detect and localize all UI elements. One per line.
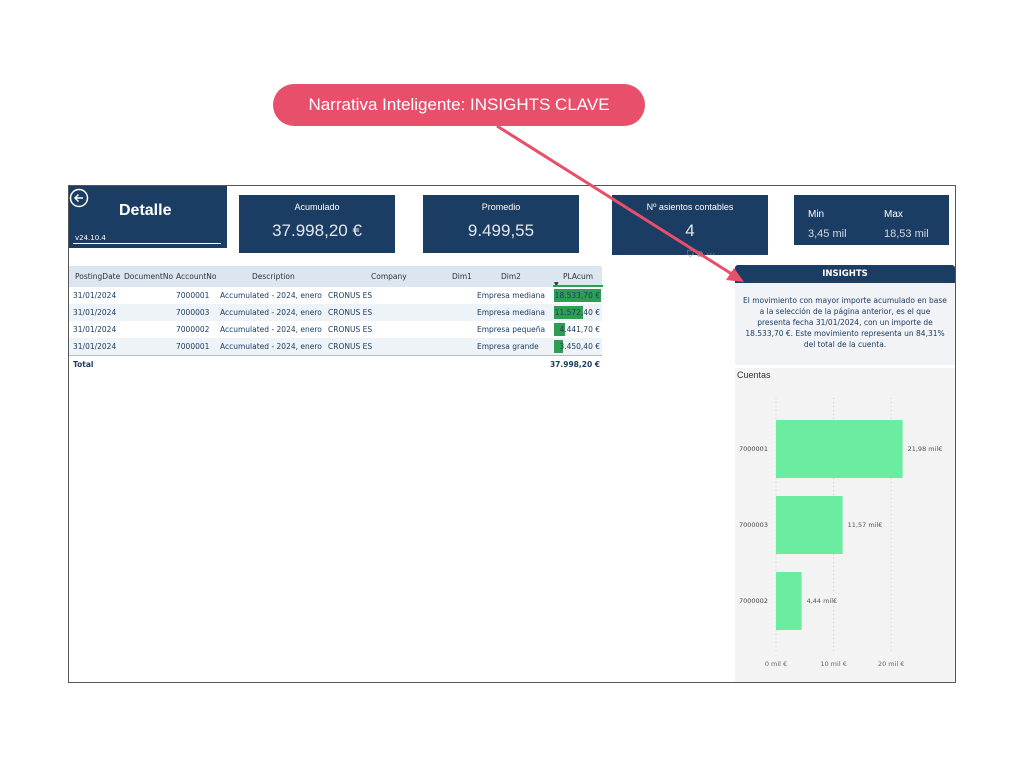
table-row[interactable]: 31/01/2024 7000002 Accumulated - 2024, e…	[69, 321, 602, 338]
category-label: 7000003	[739, 521, 768, 529]
kpi-value: 4	[685, 221, 695, 240]
min-value: 3,45 mil	[808, 228, 847, 240]
max-value: 18,53 mil	[884, 228, 929, 240]
table-header: PostingDate DocumentNo AccountNo Descrip…	[69, 266, 603, 288]
cell-company: CRONUS ES	[328, 325, 373, 334]
cell-postingdate: 31/01/2024	[73, 291, 117, 300]
cell-placum: 4.441,70 €	[559, 325, 600, 334]
callout-text: Narrativa Inteligente: INSIGHTS CLAVE	[308, 95, 610, 114]
cell-company: CRONUS ES	[328, 291, 373, 300]
filter-icon[interactable]: ⛉	[687, 250, 697, 260]
col-header-company[interactable]: Company	[371, 272, 407, 281]
visual-header-icons: ⛉⧉⋯	[687, 250, 718, 260]
col-header-postingdate[interactable]: PostingDate	[75, 272, 120, 281]
col-header-placum[interactable]: PLAcum	[563, 272, 593, 281]
table-row[interactable]: 31/01/2024 7000001 Accumulated - 2024, e…	[69, 287, 602, 304]
cell-accountno: 7000003	[176, 308, 210, 317]
callout-bubble: Narrativa Inteligente: INSIGHTS CLAVE	[273, 84, 645, 126]
bar-7000002	[776, 572, 802, 630]
cell-description: Accumulated - 2024, enero	[220, 342, 322, 351]
data-label: 21,98 mil€	[908, 445, 943, 453]
title-block: Detalle v24.10.4	[69, 186, 227, 248]
kpi-label: Nº asientos contables	[646, 202, 734, 212]
kpi-label: Acumulado	[294, 202, 340, 212]
report-page: Detalle v24.10.4 Acumulado 37.998,20 € P…	[68, 185, 956, 683]
cell-company: CRONUS ES	[328, 308, 373, 317]
cell-postingdate: 31/01/2024	[73, 342, 117, 351]
detail-table: PostingDate DocumentNo AccountNo Descrip…	[69, 266, 603, 373]
col-header-dim1[interactable]: Dim1	[452, 272, 472, 281]
cell-description: Accumulated - 2024, enero	[220, 325, 322, 334]
kpi-value: 37.998,20 €	[272, 221, 362, 240]
kpi-card-acumulado: Acumulado 37.998,20 €	[239, 195, 395, 253]
kpi-card-promedio: Promedio 9.499,55	[423, 195, 579, 253]
cell-placum: 3.450,40 €	[559, 342, 600, 351]
accounts-bar-chart[interactable]: 0 mil € 10 mil € 20 mil € 7000001 21,98 mil€…	[735, 368, 955, 682]
cell-accountno: 7000001	[176, 291, 210, 300]
table-total-row: Total 37.998,20 €	[69, 355, 602, 373]
cell-postingdate: 31/01/2024	[73, 325, 117, 334]
kpi-value: 9.499,55	[467, 221, 535, 240]
col-header-documentno[interactable]: DocumentNo	[124, 272, 173, 281]
total-value: 37.998,20 €	[549, 360, 600, 369]
table-row[interactable]: 31/01/2024 7000003 Accumulated - 2024, e…	[69, 304, 602, 321]
cell-company: CRONUS ES	[328, 342, 373, 351]
x-tick-label: 10 mil €	[820, 660, 846, 668]
insights-narrative: El movimiento con mayor importe acumulad…	[735, 283, 955, 365]
cell-dim2: Empresa mediana	[477, 308, 545, 317]
bar-7000001	[776, 420, 903, 478]
cell-description: Accumulated - 2024, enero	[220, 291, 322, 300]
chart-title: Cuentas	[737, 370, 771, 380]
cell-postingdate: 31/01/2024	[73, 308, 117, 317]
cell-accountno: 7000001	[176, 342, 210, 351]
data-label: 11,57 mil€	[848, 521, 883, 529]
kpi-label: Promedio	[481, 202, 521, 212]
category-label: 7000002	[739, 597, 768, 605]
total-label: Total	[73, 360, 94, 369]
cell-dim2: Empresa grande	[477, 342, 539, 351]
col-header-description[interactable]: Description	[252, 272, 295, 281]
cell-dim2: Empresa mediana	[477, 291, 545, 300]
table-row[interactable]: 31/01/2024 7000001 Accumulated - 2024, e…	[69, 338, 602, 355]
cell-placum: 18.533,70 €	[554, 291, 600, 300]
col-header-accountno[interactable]: AccountNo	[176, 272, 216, 281]
cell-accountno: 7000002	[176, 325, 210, 334]
kpi-card-min-max: Min 3,45 mil Max 18,53 mil	[794, 195, 949, 245]
data-label: 4,44 mil€	[807, 597, 838, 605]
cell-description: Accumulated - 2024, enero	[220, 308, 322, 317]
title-divider	[73, 243, 221, 244]
min-label: Min	[808, 209, 825, 220]
insights-header: INSIGHTS	[735, 265, 955, 283]
bar-7000003	[776, 496, 843, 554]
x-tick-label: 0 mil €	[765, 660, 787, 668]
category-label: 7000001	[739, 445, 768, 453]
page-title: Detalle	[119, 202, 172, 219]
cell-dim2: Empresa pequeña	[477, 325, 546, 334]
back-arrow-icon[interactable]	[69, 188, 89, 208]
kpi-card-asientos: Nº asientos contables 4	[612, 195, 768, 255]
more-options-icon[interactable]: ⋯	[706, 250, 718, 260]
col-header-dim2[interactable]: Dim2	[501, 272, 521, 281]
cell-placum: 11.572,40 €	[554, 308, 600, 317]
focus-mode-icon[interactable]: ⧉	[697, 250, 706, 260]
version-label: v24.10.4	[75, 234, 106, 242]
max-label: Max	[884, 209, 903, 220]
x-tick-label: 20 mil €	[878, 660, 904, 668]
